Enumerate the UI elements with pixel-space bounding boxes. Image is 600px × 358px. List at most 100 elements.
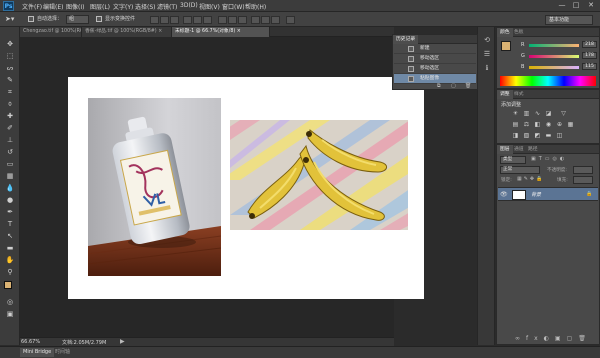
blend-mode-dropdown[interactable]: 正常	[500, 166, 540, 174]
exposure-icon[interactable]: ◪	[544, 110, 553, 118]
tab-chengzao[interactable]: Chengzao.tif @ 100%(RGB/8#) ×	[20, 27, 82, 37]
tab-banana[interactable]: 香蕉-绿品.tif @ 100%(RGB/8#) ×	[82, 27, 172, 37]
menu-edit[interactable]: 编辑(E)	[43, 2, 63, 11]
align-top-icon[interactable]	[150, 16, 159, 24]
path-select-tool-icon[interactable]: ↖	[5, 231, 15, 241]
layer-kind-filter[interactable]: 类型	[500, 156, 526, 164]
visibility-eye-icon[interactable]: 👁	[500, 191, 508, 198]
tab-paths[interactable]: 路径	[525, 145, 541, 154]
photo-filter-icon[interactable]: ◉	[544, 121, 553, 129]
screen-mode-icon[interactable]: ▣	[5, 309, 15, 319]
layer-filter-icons[interactable]: ▣T▭◎◐	[531, 156, 591, 164]
auto-align-icon[interactable]	[286, 16, 295, 24]
dodge-tool-icon[interactable]: ●	[5, 195, 15, 205]
tab-styles[interactable]: 样式	[511, 90, 527, 99]
new-document-icon[interactable]: ▢	[451, 83, 458, 89]
threshold-icon[interactable]: ◩	[533, 132, 542, 140]
align-bottom-icon[interactable]	[170, 16, 179, 24]
align-vcenter-icon[interactable]	[160, 16, 169, 24]
black-white-icon[interactable]: ◧	[533, 121, 542, 129]
distribute-bottom-icon[interactable]	[238, 16, 247, 24]
menu-file[interactable]: 文件(F)	[22, 2, 42, 11]
selective-color-icon[interactable]: ◫	[555, 132, 564, 140]
close-icon[interactable]: ✕	[585, 1, 597, 10]
opacity-field[interactable]	[573, 166, 593, 174]
layer-row-background[interactable]: 👁 背景 🔒	[498, 187, 598, 201]
show-transform-checkbox[interactable]	[96, 16, 102, 22]
menu-image[interactable]: 图像(I)	[66, 2, 84, 11]
history-row[interactable]: 移动选区	[394, 64, 476, 74]
eyedropper-tool-icon[interactable]: ⌽	[5, 99, 15, 109]
gradient-map-icon[interactable]: ▬	[544, 132, 553, 140]
menu-filter[interactable]: 滤镜(T)	[157, 2, 177, 11]
distribute-left-icon[interactable]	[251, 16, 260, 24]
hand-tool-icon[interactable]: ✋	[5, 255, 15, 265]
timeline-tab[interactable]: 时间轴	[52, 348, 73, 357]
tab-swatches[interactable]: 色板	[511, 28, 527, 37]
channel-r-slider[interactable]	[529, 44, 579, 47]
levels-icon[interactable]: ▥	[522, 110, 531, 118]
history-panel-icon[interactable]: ⟲	[482, 35, 492, 45]
properties-panel-icon[interactable]: ☰	[482, 49, 492, 59]
channel-r-value[interactable]: 218	[582, 41, 597, 48]
zoom-level[interactable]: 66.67%	[21, 339, 40, 345]
distribute-hcenter-icon[interactable]	[261, 16, 270, 24]
status-menu-arrow-icon[interactable]: ▶	[120, 338, 125, 345]
foreground-color-swatch[interactable]	[4, 281, 12, 289]
healing-brush-tool-icon[interactable]: ✚	[5, 111, 15, 121]
foreground-swatch[interactable]	[501, 41, 511, 51]
new-snapshot-icon[interactable]: ⧉	[437, 83, 444, 89]
history-row[interactable]: 新建	[394, 44, 476, 54]
color-lookup-icon[interactable]: ▦	[566, 121, 575, 129]
brightness-contrast-icon[interactable]: ☀	[511, 110, 520, 118]
channel-b-slider[interactable]	[529, 66, 579, 69]
align-left-icon[interactable]	[183, 16, 192, 24]
history-row-active[interactable]: 粘贴图像	[394, 74, 476, 84]
quick-mask-icon[interactable]: ◎	[5, 297, 15, 307]
workspace-dropdown[interactable]: 基本功能	[545, 15, 593, 25]
distribute-top-icon[interactable]	[218, 16, 227, 24]
menu-view[interactable]: 视图(V)	[199, 2, 220, 11]
mini-bridge-tab[interactable]: Mini Bridge	[20, 348, 55, 357]
auto-select-checkbox[interactable]	[28, 16, 34, 22]
tab-history[interactable]: 历史记录	[393, 35, 419, 44]
color-spectrum-bar[interactable]	[500, 76, 596, 86]
shape-tool-icon[interactable]: ▬	[5, 243, 15, 253]
clone-stamp-tool-icon[interactable]: ⊥	[5, 135, 15, 145]
marquee-tool-icon[interactable]: ⬚	[5, 51, 15, 61]
info-panel-icon[interactable]: ℹ	[482, 63, 492, 73]
type-tool-icon[interactable]: T	[5, 219, 15, 229]
posterize-icon[interactable]: ▧	[522, 132, 531, 140]
gradient-tool-icon[interactable]: ▦	[5, 171, 15, 181]
quick-select-tool-icon[interactable]: ✎	[5, 75, 15, 85]
align-hcenter-icon[interactable]	[193, 16, 202, 24]
lock-icons[interactable]: ▦✎✥🔒	[517, 176, 544, 182]
hue-saturation-icon[interactable]: ▤	[511, 121, 520, 129]
lasso-tool-icon[interactable]: ᔕ	[5, 63, 15, 73]
history-brush-tool-icon[interactable]: ↺	[5, 147, 15, 157]
eraser-tool-icon[interactable]: ▭	[5, 159, 15, 169]
maximize-icon[interactable]: □	[570, 1, 582, 10]
blur-tool-icon[interactable]: 💧	[5, 183, 15, 193]
layer-name[interactable]: 背景	[531, 191, 541, 198]
brush-tool-icon[interactable]: ✐	[5, 123, 15, 133]
vibrance-icon[interactable]: ▽	[559, 110, 568, 118]
pen-tool-icon[interactable]: ✒	[5, 207, 15, 217]
move-tool-preset-icon[interactable]: ➤▾	[5, 14, 19, 24]
channel-mixer-icon[interactable]: ⊕	[555, 121, 564, 129]
align-right-icon[interactable]	[203, 16, 212, 24]
tab-untitled-1[interactable]: 未标题-1 @ 66.7%(对象/8) ×	[172, 27, 270, 37]
minimize-icon[interactable]: —	[556, 1, 568, 10]
zoom-tool-icon[interactable]: ⚲	[5, 267, 15, 277]
menu-window[interactable]: 窗口(W)	[222, 2, 245, 11]
channel-b-value[interactable]: 115	[582, 63, 597, 70]
menu-3d[interactable]: 3D(D)	[180, 2, 198, 9]
crop-tool-icon[interactable]: ⌗	[5, 87, 15, 97]
fill-field[interactable]	[573, 176, 593, 184]
menu-type[interactable]: 文字(Y)	[113, 2, 133, 11]
trash-icon[interactable]: 🗑	[465, 83, 472, 89]
menu-help[interactable]: 帮助(H)	[245, 2, 266, 11]
color-balance-icon[interactable]: ⚖	[522, 121, 531, 129]
menu-select[interactable]: 选择(S)	[135, 2, 156, 11]
distribute-right-icon[interactable]	[271, 16, 280, 24]
